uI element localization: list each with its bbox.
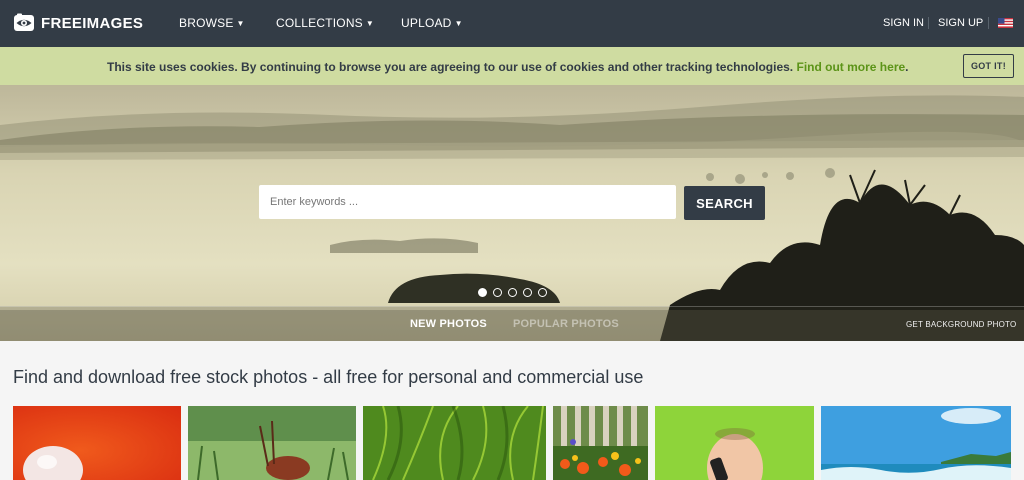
photo-thumbnail[interactable] [188,406,356,480]
search-button[interactable]: SEARCH [684,186,765,220]
carousel-dot[interactable] [493,288,502,297]
cookie-learn-more-link[interactable]: Find out more here [796,60,905,74]
caret-down-icon: ▼ [236,19,245,28]
photo-thumbnail[interactable] [553,406,648,480]
tab-new-photos[interactable]: NEW PHOTOS [410,318,487,330]
tab-popular-photos[interactable]: POPULAR PHOTOS [513,318,619,330]
cookie-message: This site uses cookies. By continuing to… [107,60,909,74]
carousel-pagination [478,288,547,297]
eye-camera-icon [14,13,34,31]
sign-in-link[interactable]: SIGN IN [883,17,924,29]
carousel-dot[interactable] [478,288,487,297]
hero-banner: NEW PHOTOS POPULAR PHOTOS GET BACKGROUND… [0,85,1024,341]
caret-down-icon: ▼ [365,19,375,28]
logo-text: FREEIMAGES [41,14,144,32]
nav-collections[interactable]: COLLECTIONS ▼ [276,16,374,30]
sign-up-link[interactable]: SIGN UP [938,17,983,29]
caret-down-icon: ▼ [454,19,463,28]
carousel-dot[interactable] [508,288,517,297]
hero-tab-strip [0,306,1024,341]
top-navigation: FREEIMAGES BROWSE ▼ COLLECTIONS ▼ UPLOAD ▼ … [0,0,1024,47]
page-headline: Find and download free stock photos - al… [13,367,644,387]
carousel-dot[interactable] [523,288,532,297]
photo-insect-grass [188,406,356,480]
photo-thumbnail[interactable] [363,406,546,480]
nav-upload[interactable]: UPLOAD ▼ [401,16,463,30]
nav-upload-label: UPLOAD [401,16,452,30]
nav-browse-label: BROWSE [179,16,234,30]
photo-egg-red [13,406,181,480]
photo-thumbnail[interactable] [821,406,1011,480]
cookie-accept-button[interactable]: GOT IT! [963,54,1014,78]
cookie-notice: This site uses cookies. By continuing to… [0,47,1024,85]
nav-collections-label: COLLECTIONS [276,16,363,30]
site-logo[interactable]: FREEIMAGES [13,12,143,34]
photo-beach-waves [821,406,1011,480]
photo-thumbnail[interactable] [13,406,181,480]
nav-browse[interactable]: BROWSE ▼ [179,16,245,30]
cookie-message-text: This site uses cookies. By continuing to… [107,60,794,74]
photo-flowers-fence [553,406,648,480]
nav-divider [928,17,929,29]
nav-divider [988,17,989,29]
cookie-message-suffix: . [905,60,909,74]
search-input[interactable] [259,185,676,219]
photo-thumbnail[interactable] [655,406,814,480]
photo-green-grass [363,406,546,480]
carousel-dot[interactable] [538,288,547,297]
photo-baby-phone [655,406,814,480]
get-background-photo-link[interactable]: GET BACKGROUND PHOTO [906,320,1016,329]
us-flag-icon[interactable] [998,18,1013,28]
